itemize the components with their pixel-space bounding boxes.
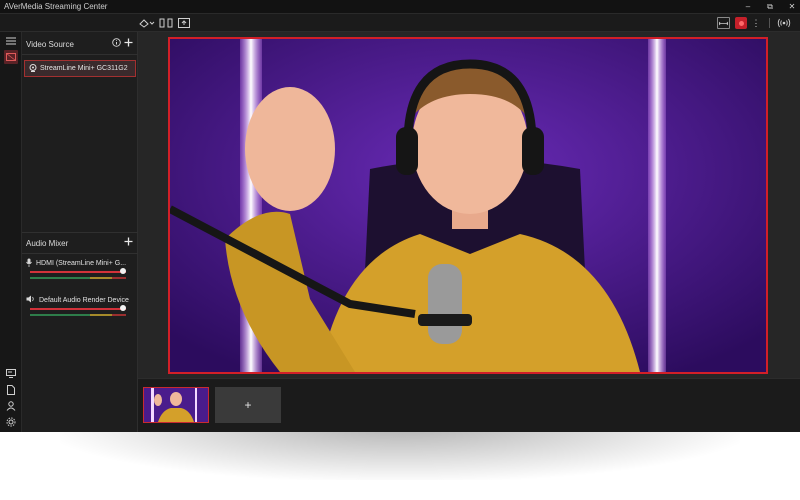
source-item[interactable]: StreamLine Mini+ GC311G2 bbox=[24, 60, 136, 77]
broadcast-icon[interactable] bbox=[777, 17, 791, 29]
split-view-icon[interactable] bbox=[159, 17, 173, 29]
audio-channel: HDMI (StreamLine Mini+ G... bbox=[26, 258, 134, 288]
app-window: AVerMedia Streaming Center – ⧉ ✕ ⋮ Video… bbox=[0, 0, 800, 432]
source-item-label: StreamLine Mini+ GC311G2 bbox=[40, 65, 128, 72]
document-icon[interactable] bbox=[4, 383, 18, 397]
audio-channel-label: Default Audio Render Device bbox=[39, 296, 129, 304]
video-preview[interactable] bbox=[168, 37, 768, 374]
audio-channel-label-row: HDMI (StreamLine Mini+ G... bbox=[26, 258, 134, 268]
audio-channel-label-row: Default Audio Render Device bbox=[26, 295, 134, 305]
divider bbox=[22, 54, 138, 55]
speaker-icon bbox=[26, 295, 35, 305]
microphone-icon bbox=[26, 258, 32, 268]
toolbar-separator bbox=[769, 18, 770, 28]
preview-area bbox=[138, 32, 800, 378]
scene-thumbnail[interactable] bbox=[143, 387, 209, 423]
layout-dropdown-icon[interactable] bbox=[139, 17, 155, 29]
neon-light bbox=[648, 39, 666, 372]
side-panel: Video Source StreamLine Mini+ GC311G2 Au… bbox=[22, 32, 138, 432]
fit-screen-icon[interactable] bbox=[717, 17, 730, 29]
level-meter bbox=[30, 314, 126, 316]
more-menu-icon[interactable]: ⋮ bbox=[752, 17, 761, 29]
window-shadow bbox=[60, 425, 740, 480]
audio-channel-label: HDMI (StreamLine Mini+ G... bbox=[36, 259, 127, 267]
audio-mixer-header: Audio Mixer bbox=[22, 233, 138, 253]
source-list-icon[interactable] bbox=[4, 366, 18, 380]
left-rail bbox=[0, 32, 22, 432]
volume-slider-knob[interactable] bbox=[120, 305, 126, 311]
scene-icon[interactable] bbox=[4, 50, 18, 64]
audio-channel: Default Audio Render Device bbox=[26, 295, 134, 325]
account-icon[interactable] bbox=[4, 399, 18, 413]
add-scene-button[interactable]: + bbox=[215, 387, 281, 423]
scene-thumbnail-image bbox=[144, 388, 208, 422]
toolbar: ⋮ bbox=[0, 14, 800, 32]
video-source-title: Video Source bbox=[26, 39, 74, 49]
volume-slider[interactable] bbox=[30, 305, 126, 311]
settings-icon[interactable] bbox=[4, 415, 18, 429]
record-icon[interactable] bbox=[735, 17, 747, 29]
maximize-button[interactable]: ⧉ bbox=[766, 0, 774, 14]
window-controls: – ⧉ ✕ bbox=[744, 0, 796, 14]
close-button[interactable]: ✕ bbox=[788, 0, 796, 14]
preview-image bbox=[170, 39, 766, 372]
video-source-header: Video Source bbox=[22, 34, 138, 54]
volume-slider[interactable] bbox=[30, 268, 126, 274]
divider bbox=[22, 253, 138, 254]
volume-slider-knob[interactable] bbox=[120, 268, 126, 274]
add-audio-button[interactable] bbox=[124, 237, 133, 249]
window-title: AVerMedia Streaming Center bbox=[4, 2, 108, 11]
screen-share-icon[interactable] bbox=[178, 17, 190, 29]
add-source-button[interactable] bbox=[124, 38, 133, 50]
info-icon[interactable] bbox=[112, 38, 121, 50]
stage: AVerMedia Streaming Center – ⧉ ✕ ⋮ Video… bbox=[0, 0, 800, 500]
minimize-button[interactable]: – bbox=[744, 0, 752, 14]
volume-slider-fill bbox=[30, 271, 126, 273]
title-bar: AVerMedia Streaming Center – ⧉ ✕ bbox=[0, 0, 800, 14]
scene-strip: + bbox=[138, 378, 800, 432]
webcam-icon bbox=[29, 63, 37, 74]
volume-slider-fill bbox=[30, 308, 126, 310]
audio-mixer-title: Audio Mixer bbox=[26, 238, 69, 248]
level-meter bbox=[30, 277, 126, 279]
menu-icon[interactable] bbox=[4, 34, 18, 48]
